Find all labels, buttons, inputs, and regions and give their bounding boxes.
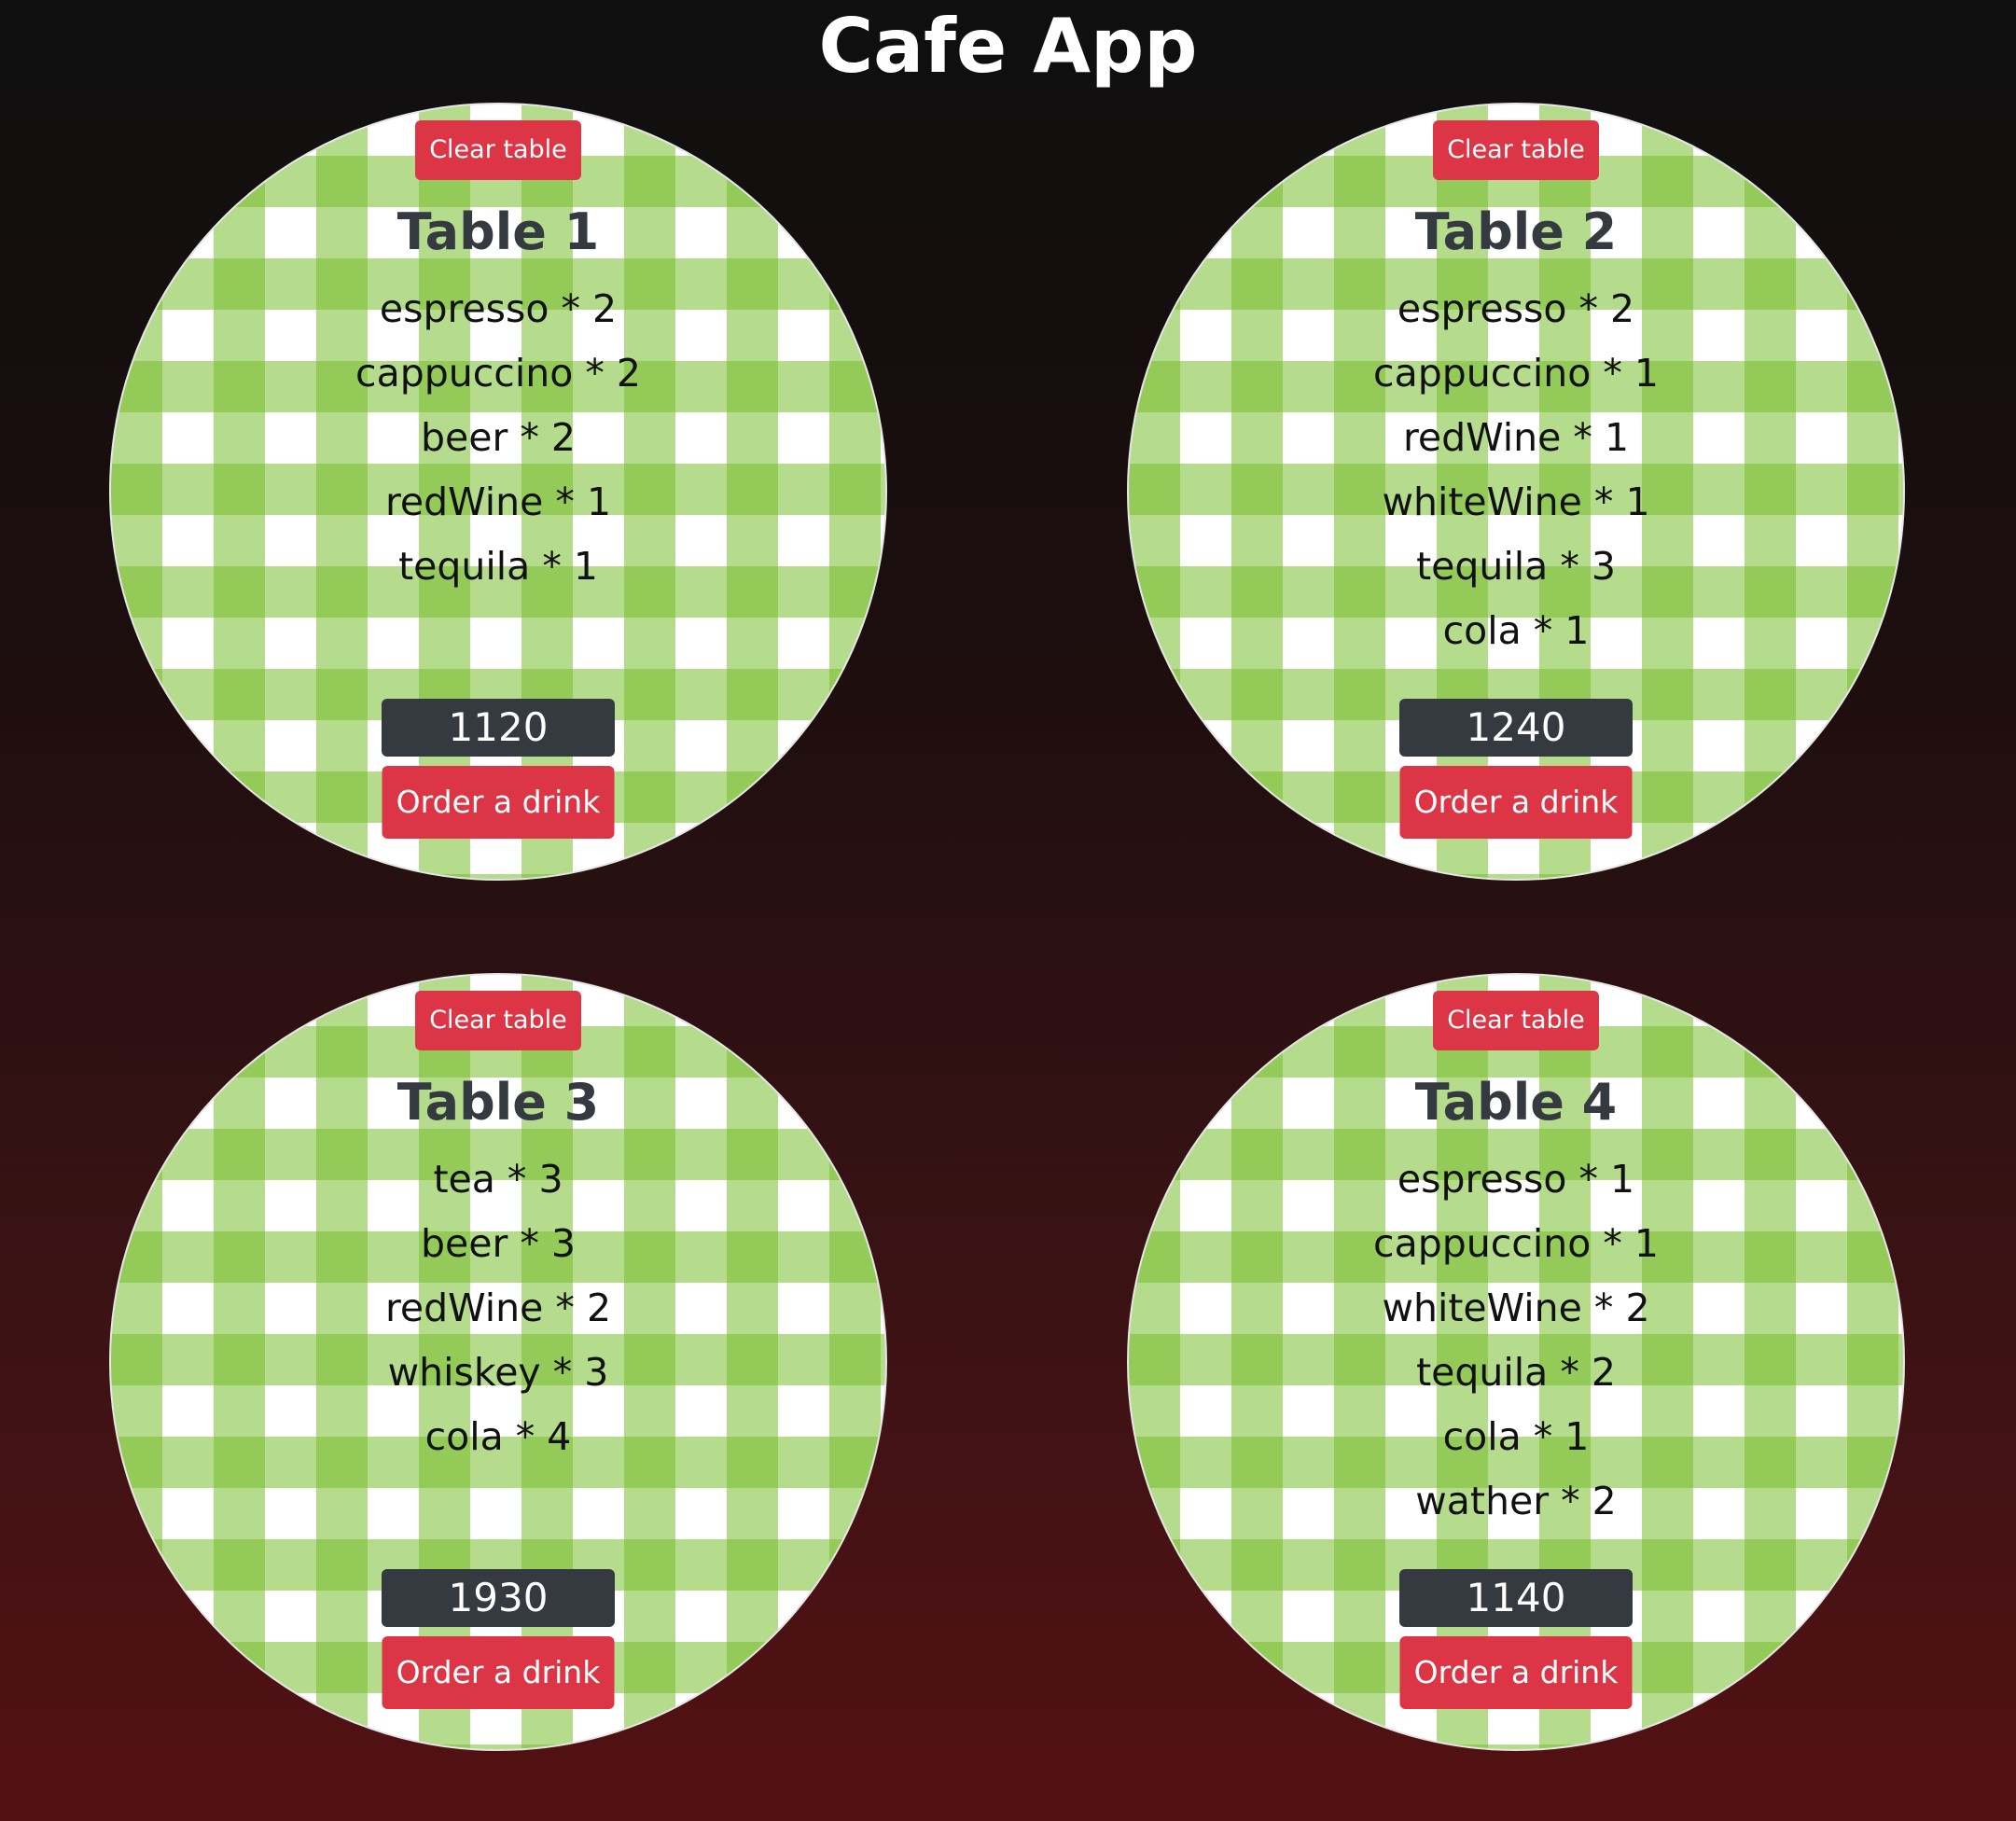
order-list: espresso * 2 cappuccino * 2 beer * 2 red… (111, 277, 885, 599)
table-total: 1120 (382, 699, 615, 757)
table-card-2: Clear table Table 2 espresso * 2 cappucc… (1127, 103, 1905, 881)
order-item: whiteWine * 1 (1382, 480, 1650, 524)
app-title: Cafe App (818, 3, 1198, 90)
table-title: Table 3 (396, 1073, 600, 1132)
order-item: redWine * 2 (384, 1286, 612, 1330)
order-item: cappuccino * 1 (1373, 1221, 1659, 1266)
order-item: cappuccino * 2 (355, 351, 641, 396)
table-title: Table 2 (1414, 202, 1618, 261)
order-item: tequila * 2 (1416, 1350, 1616, 1395)
order-item: espresso * 1 (1397, 1157, 1635, 1202)
order-list: espresso * 1 cappuccino * 1 whiteWine * … (1129, 1147, 1903, 1534)
order-item: beer * 2 (421, 415, 576, 460)
table-card-3: Clear table Table 3 tea * 3 beer * 3 red… (109, 973, 887, 1751)
table-total: 1930 (382, 1569, 615, 1627)
clear-table-button[interactable]: Clear table (415, 120, 581, 180)
clear-table-button[interactable]: Clear table (1433, 991, 1599, 1050)
order-item: whiteWine * 2 (1382, 1286, 1650, 1330)
clear-table-button[interactable]: Clear table (1433, 120, 1599, 180)
order-item: espresso * 2 (1397, 286, 1635, 331)
order-item: beer * 3 (421, 1221, 576, 1266)
order-list: tea * 3 beer * 3 redWine * 2 whiskey * 3… (111, 1147, 885, 1469)
table-total: 1140 (1399, 1569, 1633, 1627)
order-item: redWine * 1 (384, 480, 612, 524)
table-card-4: Clear table Table 4 espresso * 1 cappucc… (1127, 973, 1905, 1751)
order-item: tea * 3 (433, 1157, 563, 1202)
order-drink-button[interactable]: Order a drink (382, 1636, 615, 1709)
order-drink-button[interactable]: Order a drink (382, 766, 615, 839)
order-item: cappuccino * 1 (1373, 351, 1659, 396)
order-item: tequila * 1 (398, 544, 598, 589)
order-item: tequila * 3 (1416, 544, 1616, 589)
order-item: redWine * 1 (1402, 415, 1630, 460)
table-card-1: Clear table Table 1 espresso * 2 cappucc… (109, 103, 887, 881)
table-title: Table 1 (396, 202, 600, 261)
table-total: 1240 (1399, 699, 1633, 757)
order-item: cola * 1 (1442, 608, 1590, 653)
clear-table-button[interactable]: Clear table (415, 991, 581, 1050)
order-item: espresso * 2 (379, 286, 618, 331)
order-drink-button[interactable]: Order a drink (1399, 766, 1633, 839)
order-item: cola * 4 (424, 1414, 572, 1459)
order-item: wather * 2 (1415, 1479, 1617, 1523)
table-title: Table 4 (1414, 1073, 1618, 1132)
order-item: cola * 1 (1442, 1414, 1590, 1459)
order-item: whiskey * 3 (387, 1350, 609, 1395)
order-drink-button[interactable]: Order a drink (1399, 1636, 1633, 1709)
order-list: espresso * 2 cappuccino * 1 redWine * 1 … (1129, 277, 1903, 663)
